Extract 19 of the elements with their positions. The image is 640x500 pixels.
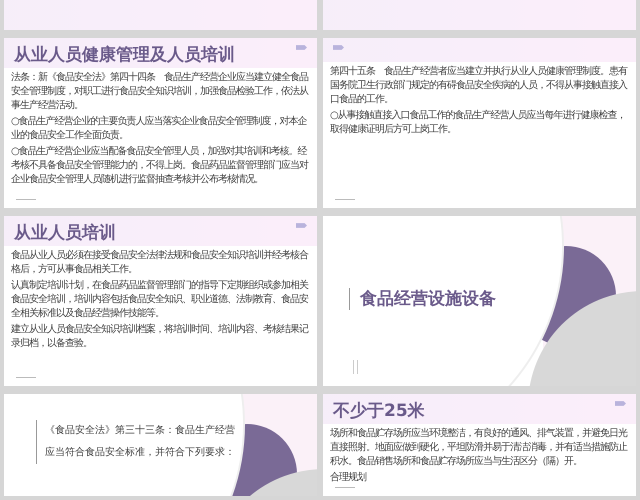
paragraph: ○食品生产经营企业应当配备食品安全管理人员，加强对其培训和考核。经考核不具备食品安全管理能力的，不得上岗。食品药品监督管理部门应当对企业食品安全管理人员随机进行监督抽查考核并公布考核情况。 bbox=[11, 145, 310, 187]
paragraph: 食品从业人员必须在接受食品安全法律法规和食品安全知识培训并经考核合格后，方可从事食品相关工作。 bbox=[11, 249, 310, 277]
quote-text: 《食品安全法》第三十三条：食品生产经营应当符合食品安全标准，并符合下列要求： bbox=[45, 424, 236, 460]
paragraph: 第四十五条 食品生产经营者应当建立并执行从业人员健康管理制度。患有国务院卫生行政部门规定的有碍食品安全疾病的人员，不得从事接触直接入口食品的工作。 bbox=[330, 65, 628, 107]
tag-icon bbox=[615, 400, 626, 407]
tag-icon bbox=[296, 44, 307, 51]
paragraph: ○食品生产经营企业的主要负责人应当落实企业食品安全管理制度，对本企业的食品安全工作全面负责。 bbox=[11, 115, 308, 143]
slide-title: 从业人员健康管理及人员培训 bbox=[14, 44, 235, 66]
paragraph: 法条：新《食品安全法》第四十四条 食品生产经营企业应当建立健全食品安全管理制度，对职工进行食品安全知识培训，加强食品检验工作，依法从事生产经营活动。 bbox=[11, 71, 310, 113]
tag-icon bbox=[296, 222, 307, 229]
paragraph: 认真制定培训计划，在食品药品监督管理部门的指导下定期组织或参加相关食品安全培训，培训内容包括食品安全知识、职业道德、法制教育、食品安全相关标准以及食品经营操作技能等。 bbox=[11, 279, 310, 321]
paragraph: 合理规划 bbox=[330, 471, 368, 485]
paragraph: ○从事接触直接入口食品工作的食品生产经营人员应当每年进行健康检查，取得健康证明后方可上岗工作。 bbox=[330, 109, 627, 137]
paragraph: 建立从业人员食品安全知识培训档案，将培训时间、培训内容、考核结果记录归档，以备查验。 bbox=[11, 323, 310, 351]
tag-icon bbox=[333, 44, 344, 51]
slide-title: 从业人员培训 bbox=[14, 222, 116, 244]
paragraph: 场所和食品贮存场所应当环境整洁，有良好的通风、排气装置，并避免日光直接照射。地面应做到硬化，平坦防滑并易于清洁消毒，并有适当措施防止积水。食品销售场所和食品贮存场所应当与生活区分（隔）开。 bbox=[330, 427, 628, 469]
slide-title: 不少于25米 bbox=[333, 400, 425, 422]
section-title: 食品经营设施设备 bbox=[349, 288, 496, 310]
